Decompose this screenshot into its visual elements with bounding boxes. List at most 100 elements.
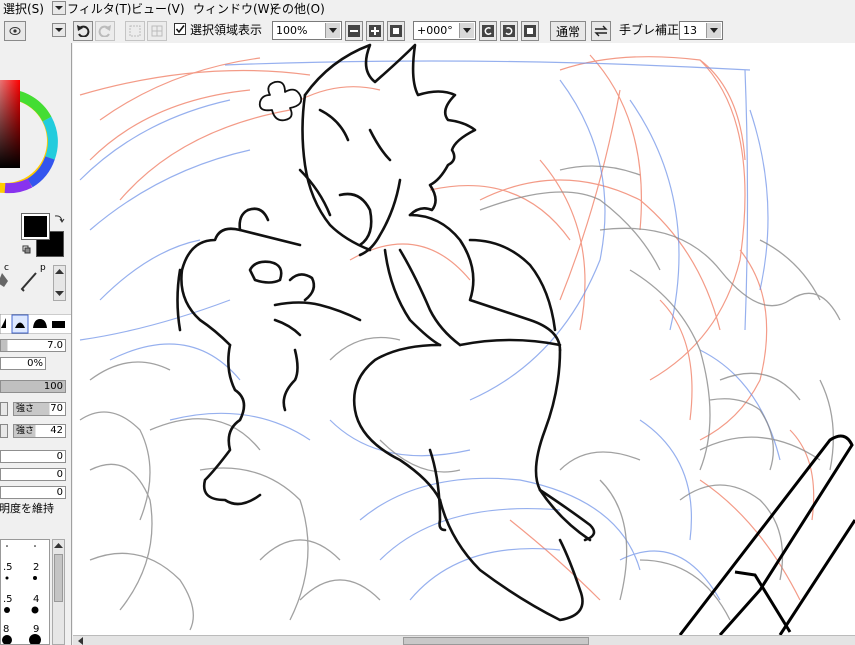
menu-arrow-button[interactable] <box>52 1 66 15</box>
preset-label: .5 <box>3 594 13 605</box>
blue-sketch-layer <box>79 60 781 601</box>
redo-icon <box>98 25 111 37</box>
preset-label: .5 <box>3 562 13 573</box>
preset-label: 2 <box>33 562 40 573</box>
undo-icon <box>77 25 90 37</box>
panel-toggle-button[interactable] <box>4 21 26 41</box>
zoom-reset-button[interactable] <box>387 21 405 41</box>
deselect-button[interactable] <box>125 21 145 41</box>
eye-icon <box>9 27 21 35</box>
menu-view[interactable]: ビュー(V) <box>131 1 185 17</box>
strength1-label: 強さ <box>16 404 35 414</box>
zoom-value: 100% <box>276 24 308 37</box>
horizontal-scroll-thumb[interactable] <box>403 637 589 645</box>
flip-button[interactable] <box>591 21 611 41</box>
param1-value: 0 <box>56 451 63 462</box>
zoom-select[interactable]: 100% <box>272 21 342 40</box>
canvas-horizontal-scrollbar[interactable] <box>73 635 855 645</box>
show-selection-label: 選択領域表示 <box>190 23 263 37</box>
strength2-toggle[interactable] <box>0 424 8 438</box>
brush-tool-icons[interactable] <box>0 271 40 293</box>
menu-window[interactable]: ウィンドウ(W) <box>193 1 274 17</box>
chevron-up-icon <box>54 543 63 548</box>
preset-label: 9 <box>33 624 40 635</box>
chevron-down-icon <box>55 6 63 10</box>
min-size-slider[interactable]: 0% <box>0 357 46 370</box>
blend-mode-label: 通常 <box>555 24 580 39</box>
menu-other[interactable]: その他(O) <box>270 1 325 17</box>
strength1-value: 70 <box>50 403 63 414</box>
density-slider[interactable]: 100 <box>0 380 66 393</box>
reset-icon <box>524 25 536 37</box>
minus-icon <box>348 25 360 37</box>
strength1-slider[interactable]: 強さ 70 <box>13 402 66 416</box>
preset-label: 8 <box>3 624 10 635</box>
checkmark-icon <box>175 25 185 34</box>
reset-colors-icon[interactable] <box>22 245 32 255</box>
param2-value: 0 <box>56 469 63 480</box>
chevron-down-icon <box>55 28 63 32</box>
chevron-down-icon <box>706 23 721 38</box>
grid-icon <box>151 25 163 37</box>
chevron-down-icon <box>325 23 340 38</box>
min-size-value: 0% <box>27 358 43 369</box>
presets-scroll-thumb[interactable] <box>54 554 63 602</box>
strength2-value: 42 <box>50 425 63 436</box>
keep-opacity-label[interactable]: 明度を維持 <box>0 503 54 515</box>
menu-select[interactable]: 選択(S) <box>3 1 44 17</box>
rotate-right-button[interactable] <box>500 21 518 41</box>
flip-icon <box>594 25 608 37</box>
presets-scrollbar[interactable] <box>52 539 65 645</box>
toolbar-menu-arrow[interactable] <box>52 23 66 37</box>
param1-slider[interactable]: 0 <box>0 450 66 463</box>
strength2-label: 強さ <box>16 426 35 436</box>
size-presets[interactable]: .5 2 .5 4 8 9 <box>0 539 50 645</box>
gray-sketch-layer <box>79 165 841 631</box>
chevron-left-icon[interactable] <box>76 637 86 645</box>
rotate-right-icon <box>503 25 515 37</box>
param2-slider[interactable]: 0 <box>0 468 66 481</box>
blend-mode-button[interactable]: 通常 <box>550 21 586 41</box>
rotation-select[interactable]: +000° <box>413 21 476 40</box>
deselect-icon <box>129 25 141 37</box>
transform-button[interactable] <box>147 21 167 41</box>
rotation-value: +000° <box>417 24 453 37</box>
rotate-reset-button[interactable] <box>521 21 539 41</box>
menu-filter[interactable]: フィルタ(T) <box>67 1 131 17</box>
reset-icon <box>390 25 402 37</box>
zoom-out-button[interactable] <box>345 21 363 41</box>
chevron-up-icon <box>55 269 64 274</box>
stabilizer-label: 手ブレ補正 <box>619 23 680 37</box>
stabilizer-value: 13 <box>683 24 697 37</box>
brush-size-value: 7.0 <box>47 340 63 351</box>
color-wheel[interactable] <box>0 43 72 208</box>
tool-scrollbar[interactable] <box>53 265 66 301</box>
chevron-down-icon <box>459 23 474 38</box>
corner-lineart <box>678 434 855 635</box>
chevron-down-icon <box>55 291 64 296</box>
preset-label: 4 <box>33 594 40 605</box>
menu-bar: 選択(S) フィルタ(T) ビュー(V) ウィンドウ(W) その他(O) <box>0 0 855 18</box>
undo-button[interactable] <box>73 21 93 41</box>
param3-value: 0 <box>56 487 63 498</box>
rotate-left-icon <box>482 25 494 37</box>
foreground-color-swatch[interactable] <box>21 213 50 240</box>
stabilizer-select[interactable]: 13 <box>679 21 723 40</box>
strength2-slider[interactable]: 強さ 42 <box>13 424 66 438</box>
sketch-artwork <box>79 43 855 635</box>
plus-icon <box>369 25 381 37</box>
drawing-canvas[interactable] <box>73 43 855 635</box>
density-value: 100 <box>43 381 63 392</box>
show-selection-checkbox[interactable] <box>174 23 186 35</box>
param3-slider[interactable]: 0 <box>0 486 66 499</box>
lineart-layer <box>176 43 596 622</box>
toolbar: 選択領域表示 100% +000° 通常 手ブレ補正 13 <box>0 18 855 43</box>
redo-button[interactable] <box>95 21 115 41</box>
brush-shape-row[interactable] <box>0 314 72 334</box>
tool-panel: c p 7.0 0% 100 強さ 70 強さ 42 0 0 0 明度を維持 .… <box>0 43 72 645</box>
zoom-in-button[interactable] <box>366 21 384 41</box>
swap-colors-icon[interactable] <box>53 213 65 225</box>
strength1-toggle[interactable] <box>0 402 8 416</box>
brush-size-slider[interactable]: 7.0 <box>0 339 66 352</box>
rotate-left-button[interactable] <box>479 21 497 41</box>
